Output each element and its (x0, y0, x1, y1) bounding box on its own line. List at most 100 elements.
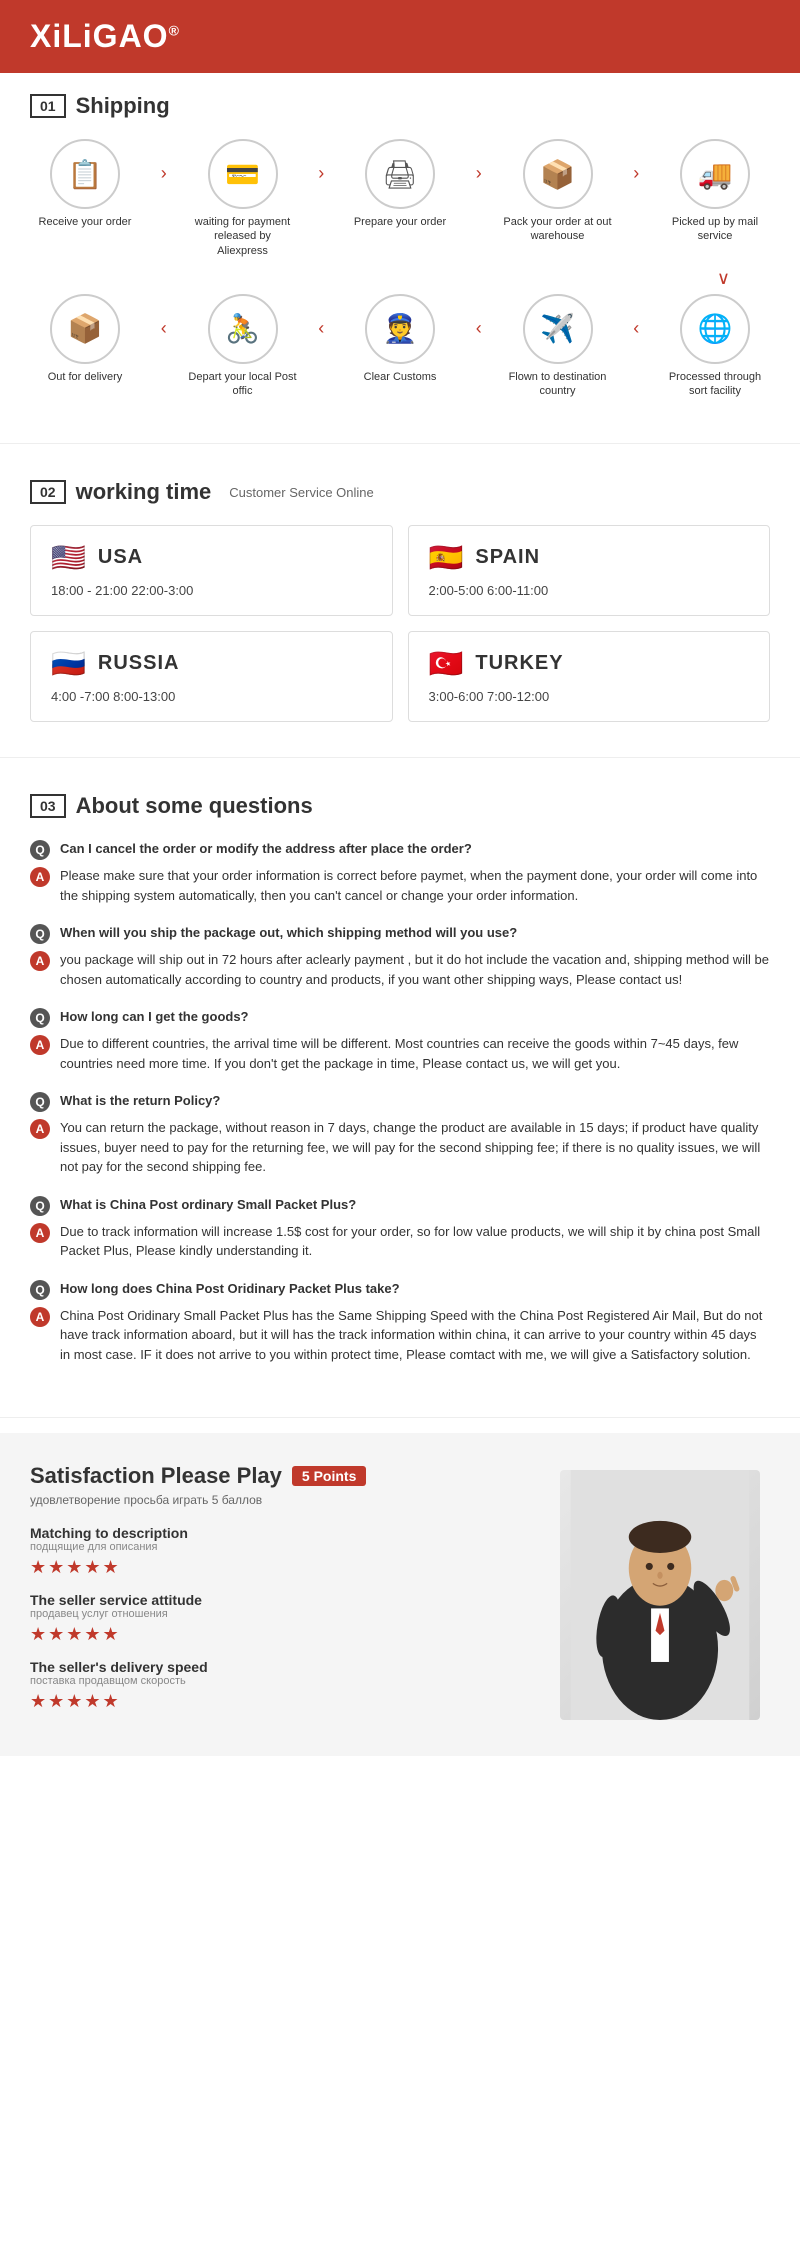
shipping-row1: 📋 Receive your order › 💳 waiting for pay… (30, 139, 770, 258)
q-badge-4: Q (30, 1196, 50, 1216)
faq-q-text-0: Can I cancel the order or modify the add… (60, 839, 472, 859)
rating-sublabel-0: подщящие для описания (30, 1541, 530, 1553)
russia-flag: 🇷🇺 (51, 647, 86, 680)
faq-question-0: Q Can I cancel the order or modify the a… (30, 839, 770, 860)
rating-label-2: The seller's delivery speed (30, 1659, 530, 1675)
faq-num: 03 (30, 794, 66, 818)
step-flown: ✈️ Flown to destination country (503, 294, 613, 399)
depart-icon: 🚴 (225, 312, 260, 345)
arrow6: ‹ (318, 318, 324, 339)
a-badge-2: A (30, 1035, 50, 1055)
arrow3: › (476, 163, 482, 184)
faq-item-4: Q What is China Post ordinary Small Pack… (30, 1195, 770, 1261)
person-image (560, 1470, 760, 1720)
shipping-num: 01 (30, 94, 66, 118)
spain-name: SPAIN (475, 546, 540, 569)
faq-answer-3: A You can return the package, without re… (30, 1118, 770, 1177)
shipping-label: Shipping (76, 93, 170, 119)
step-customs-label: Clear Customs (364, 370, 437, 384)
q-badge-2: Q (30, 1008, 50, 1028)
step-pickup: 🚚 Picked up by mail service (660, 139, 770, 244)
arrow8: ‹ (633, 318, 639, 339)
faq-a-text-2: Due to different countries, the arrival … (60, 1034, 770, 1073)
arrow2: › (318, 163, 324, 184)
rating-stars-1: ★★★★★ (30, 1624, 530, 1645)
faq-question-3: Q What is the return Policy? (30, 1091, 770, 1112)
step-receive: 📋 Receive your order (30, 139, 140, 229)
time-card-russia: 🇷🇺 RUSSIA 4:00 -7:00 8:00-13:00 (30, 631, 393, 722)
payment-icon: 💳 (225, 158, 260, 191)
satisfaction-title-text: Satisfaction Please Play (30, 1463, 282, 1489)
a-badge-4: A (30, 1223, 50, 1243)
faq-answer-4: A Due to track information will increase… (30, 1222, 770, 1261)
faq-item-0: Q Can I cancel the order or modify the a… (30, 839, 770, 905)
faq-q-text-2: How long can I get the goods? (60, 1007, 249, 1027)
satisfaction-right (550, 1463, 770, 1726)
rating-item-0: Matching to description подщящие для опи… (30, 1525, 530, 1578)
rating-label-1: The seller service attitude (30, 1592, 530, 1608)
rating-item-1: The seller service attitude продавец усл… (30, 1592, 530, 1645)
faq-section: 03 About some questions Q Can I cancel t… (0, 773, 800, 1402)
step-prepare: 🖨 Prepare your order (345, 139, 455, 229)
brand-title: XiLiGAO® (30, 18, 180, 54)
faq-q-text-1: When will you ship the package out, whic… (60, 923, 517, 943)
faq-a-text-4: Due to track information will increase 1… (60, 1222, 770, 1261)
rating-stars-2: ★★★★★ (30, 1691, 530, 1712)
receive-icon: 📋 (68, 158, 103, 191)
step-sort: 🌐 Processed through sort facility (660, 294, 770, 399)
turkey-flag: 🇹🇷 (429, 647, 464, 680)
faq-answer-0: A Please make sure that your order infor… (30, 866, 770, 905)
faq-item-1: Q When will you ship the package out, wh… (30, 923, 770, 989)
faq-answer-5: A China Post Oridinary Small Packet Plus… (30, 1306, 770, 1365)
working-time-sub: Customer Service Online (229, 485, 374, 500)
arrow5: ‹ (161, 318, 167, 339)
faq-a-text-0: Please make sure that your order informa… (60, 866, 770, 905)
step-depart: 🚴 Depart your local Post offic (188, 294, 298, 399)
rating-stars-0: ★★★★★ (30, 1557, 530, 1578)
q-badge-3: Q (30, 1092, 50, 1112)
a-badge-3: A (30, 1119, 50, 1139)
step-customs: 👮 Clear Customs (345, 294, 455, 384)
time-card-turkey: 🇹🇷 TURKEY 3:00-6:00 7:00-12:00 (408, 631, 771, 722)
faq-item-2: Q How long can I get the goods? A Due to… (30, 1007, 770, 1073)
time-grid: 🇺🇸 USA 18:00 - 21:00 22:00-3:00 🇪🇸 SPAIN… (30, 525, 770, 722)
rating-sublabel-2: поставка продавщом скорость (30, 1675, 530, 1687)
turkey-time: 3:00-6:00 7:00-12:00 (429, 689, 550, 704)
faq-a-text-5: China Post Oridinary Small Packet Plus h… (60, 1306, 770, 1365)
rating-item-2: The seller's delivery speed поставка про… (30, 1659, 530, 1712)
russia-time: 4:00 -7:00 8:00-13:00 (51, 689, 175, 704)
a-badge-5: A (30, 1307, 50, 1327)
faq-q-text-3: What is the return Policy? (60, 1091, 220, 1111)
faq-title: 03 About some questions (30, 793, 770, 819)
spain-time: 2:00-5:00 6:00-11:00 (429, 583, 549, 598)
arrow-down: ∨ (30, 268, 770, 289)
time-card-spain: 🇪🇸 SPAIN 2:00-5:00 6:00-11:00 (408, 525, 771, 616)
faq-item-5: Q How long does China Post Oridinary Pac… (30, 1279, 770, 1365)
faq-q-text-4: What is China Post ordinary Small Packet… (60, 1195, 356, 1215)
q-badge-0: Q (30, 840, 50, 860)
working-time-num: 02 (30, 480, 66, 504)
faq-answer-2: A Due to different countries, the arriva… (30, 1034, 770, 1073)
satisfaction-subtitle: удовлетворение просьба играть 5 баллов (30, 1493, 530, 1507)
a-badge-0: A (30, 867, 50, 887)
arrow1: › (161, 163, 167, 184)
q-badge-1: Q (30, 924, 50, 944)
step-depart-label: Depart your local Post offic (188, 370, 298, 399)
prepare-icon: 🖨 (382, 158, 418, 191)
step-pack: 📦 Pack your order at out warehouse (503, 139, 613, 244)
faq-label: About some questions (76, 793, 313, 819)
step-prepare-label: Prepare your order (354, 215, 446, 229)
shipping-section: 01 Shipping 📋 Receive your order › 💳 wai… (0, 73, 800, 428)
outdelivery-icon: 📦 (68, 312, 103, 345)
faq-container: Q Can I cancel the order or modify the a… (30, 839, 770, 1364)
step-outdelivery: 📦 Out for delivery (30, 294, 140, 384)
satisfaction-title: Satisfaction Please Play 5 Points (30, 1463, 530, 1489)
shipping-title: 01 Shipping (30, 93, 770, 119)
faq-question-1: Q When will you ship the package out, wh… (30, 923, 770, 944)
usa-time: 18:00 - 21:00 22:00-3:00 (51, 583, 193, 598)
faq-item-3: Q What is the return Policy? A You can r… (30, 1091, 770, 1177)
q-badge-5: Q (30, 1280, 50, 1300)
faq-question-2: Q How long can I get the goods? (30, 1007, 770, 1028)
ratings-container: Matching to description подщящие для опи… (30, 1525, 530, 1712)
step-pickup-label: Picked up by mail service (660, 215, 770, 244)
